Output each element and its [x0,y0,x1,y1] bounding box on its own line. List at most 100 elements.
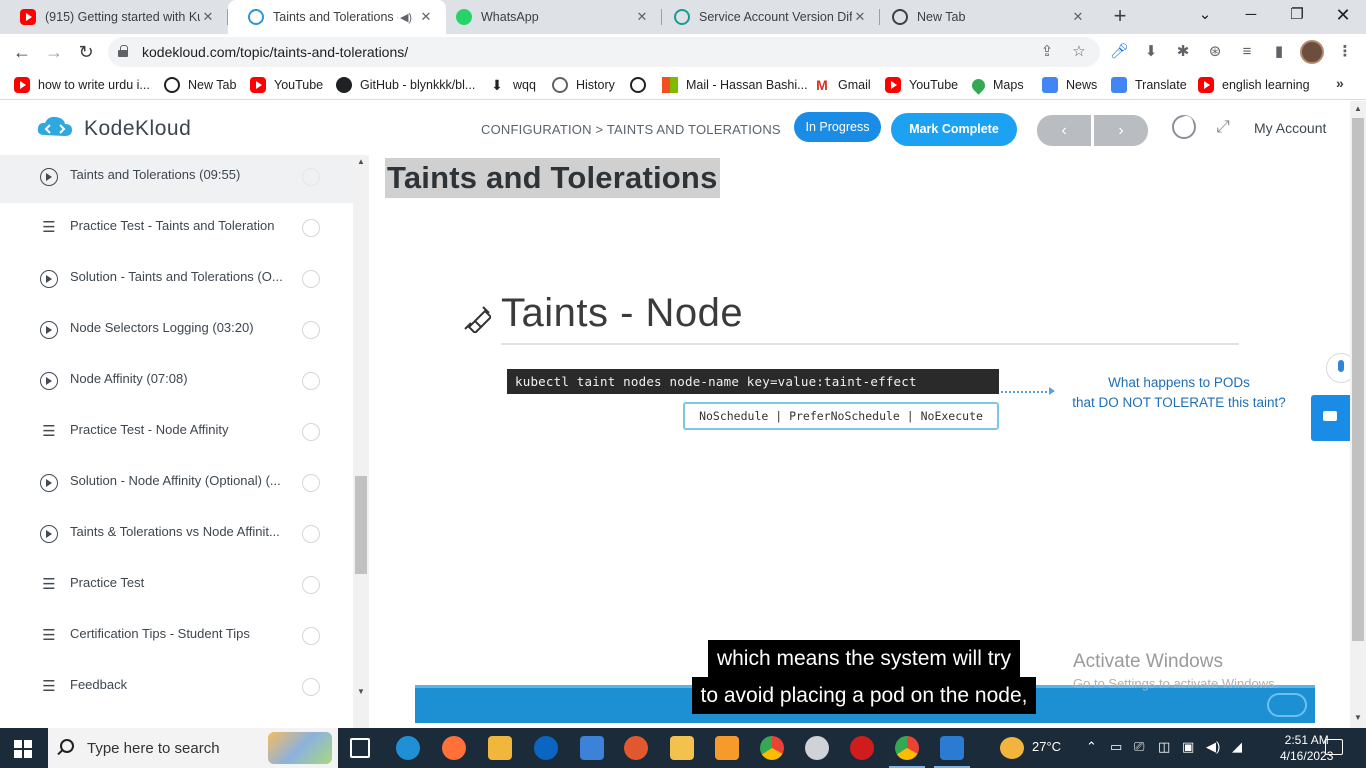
lesson-item[interactable]: ☰ Certification Tips - Student Tips [0,611,353,662]
lesson-item[interactable]: Node Affinity (07:08) [0,356,353,407]
kodekloud-logo-icon[interactable] [36,115,74,141]
file-explorer-icon[interactable] [670,736,694,760]
next-lesson-button[interactable]: › [1094,115,1148,146]
bookmark-item[interactable]: Mail - Hassan Bashi... [662,76,808,94]
page-scrollbar[interactable]: ▲ ▼ [1350,101,1366,728]
lesson-item[interactable]: Taints and Tolerations (09:55) [0,155,353,203]
bookmark-item[interactable]: New Tab [164,76,236,94]
firefox-icon[interactable] [442,736,466,760]
fullscreen-expand-icon[interactable]: ⤢ [1212,116,1234,138]
completion-circle-icon[interactable] [302,219,320,237]
lesson-item[interactable]: Taints & Tolerations vs Node Affinit... [0,509,353,560]
app-icon[interactable] [805,736,829,760]
completion-circle-icon[interactable] [302,168,320,186]
my-account-link[interactable]: My Account [1254,120,1326,136]
weather-icon[interactable] [1000,737,1024,759]
chrome-icon[interactable] [760,736,784,760]
new-tab-button[interactable]: + [1108,5,1132,29]
skype-icon[interactable] [534,736,558,760]
close-window-button[interactable]: ✕ [1320,0,1366,32]
address-bar[interactable]: kodekloud.com/topic/taints-and-toleratio… [108,37,1100,67]
chrome-active-icon[interactable] [889,736,925,768]
sidebar-scroll-thumb[interactable] [355,476,367,574]
in-progress-button[interactable]: In Progress [794,112,881,142]
close-tab-icon[interactable]: ✕ [200,9,216,25]
edge-icon[interactable] [396,736,420,760]
bookmark-item[interactable]: Translate [1111,76,1187,94]
microphone-icon[interactable]: 🎤︎ [1110,43,1129,61]
app-icon[interactable] [624,736,648,760]
sidebar-scrollbar[interactable]: ▲ ▼ [353,155,369,728]
windows-start-icon[interactable] [14,740,32,758]
lesson-item[interactable]: ☰ Practice Test - Node Affinity [0,407,353,458]
minimize-button[interactable]: ─ [1228,0,1274,32]
notification-center-icon[interactable] [1325,739,1343,755]
browser-tab-whatsapp[interactable]: WhatsApp ✕ [446,0,662,34]
task-view-icon[interactable] [350,738,370,758]
completion-circle-icon[interactable] [302,576,320,594]
temperature[interactable]: 27°C [1032,739,1061,754]
opera-icon[interactable] [850,736,874,760]
lesson-item[interactable]: ☰ Feedback [0,662,353,713]
speaker-icon[interactable]: ◀) [398,11,414,24]
settings-app-icon[interactable] [715,736,739,760]
bookmark-item[interactable]: YouTube [250,76,323,94]
mark-complete-button[interactable]: Mark Complete [891,113,1017,146]
bookmark-item[interactable]: History [552,76,615,94]
bookmark-item[interactable]: News [1042,76,1097,94]
url-text[interactable]: kodekloud.com/topic/taints-and-toleratio… [142,44,408,60]
close-tab-icon[interactable]: ✕ [634,9,650,25]
bookmark-item[interactable] [630,76,654,94]
browser-tab-service-account[interactable]: Service Account Version Diffe ✕ [662,0,880,34]
close-tab-icon[interactable]: ✕ [852,9,868,25]
side-panel-icon[interactable]: ▮ [1270,43,1288,61]
scroll-up-arrow-icon[interactable]: ▲ [1354,104,1362,113]
bookmark-item[interactable]: english learning [1198,76,1310,94]
bookmark-item[interactable]: GitHub - blynkkk/bl... [336,76,475,94]
completion-circle-icon[interactable] [302,372,320,390]
download-extension-icon[interactable]: ⬇ [1142,43,1160,61]
tab-search-chevron-icon[interactable]: ⌄ [1182,0,1228,32]
kodekloud-wordmark[interactable]: KodeKloud [84,117,191,141]
share-icon[interactable]: ⇪ [1038,43,1056,61]
completion-circle-icon[interactable] [302,678,320,696]
display-icon[interactable]: ▣ [1182,739,1194,755]
extensions-icon[interactable]: ✱ [1174,43,1192,61]
completion-circle-icon[interactable] [302,627,320,645]
browser-tab-kodekloud[interactable]: Taints and Tolerations - K ◀) ✕ [228,0,446,34]
close-tab-icon[interactable]: ✕ [418,9,434,25]
menu-kebab-icon[interactable]: ⋮ [1336,43,1354,61]
completion-circle-icon[interactable] [302,423,320,441]
completion-circle-icon[interactable] [302,270,320,288]
network-icon[interactable]: ⎚ [1134,739,1144,755]
forward-button[interactable]: → [42,40,66,64]
completion-circle-icon[interactable] [302,474,320,492]
lesson-item[interactable]: ☰ Practice Test - Taints and Toleration [0,203,353,254]
close-tab-icon[interactable]: ✕ [1070,9,1086,25]
browser-tab-youtube[interactable]: (915) Getting started with Ku ✕ [0,0,228,34]
profile-avatar[interactable] [1300,40,1324,64]
completion-circle-icon[interactable] [302,321,320,339]
back-button[interactable]: ← [10,40,34,64]
wifi-icon[interactable]: ◢ [1232,739,1242,755]
lesson-item[interactable]: Solution - Taints and Tolerations (O... [0,254,353,305]
meet-now-icon[interactable]: ◫ [1158,739,1170,755]
lesson-item[interactable]: Node Selectors Logging (03:20) [0,305,353,356]
more-bookmarks-chevron-icon[interactable]: » [1336,75,1344,91]
lesson-item[interactable]: ☰ Practice Test [0,560,353,611]
scroll-down-arrow-icon[interactable]: ▼ [357,687,365,696]
photos-icon[interactable] [934,736,970,768]
bookmark-item[interactable]: YouTube [885,76,958,94]
restore-button[interactable]: ❐ [1274,0,1320,32]
mail-icon[interactable] [580,736,604,760]
scroll-up-arrow-icon[interactable]: ▲ [357,157,365,166]
bookmark-item[interactable]: Maps [969,75,1024,95]
tray-chevron-icon[interactable]: ⌃ [1086,739,1097,755]
media-control-icon[interactable]: ≡ [1238,43,1256,61]
microsoft-store-icon[interactable] [488,736,512,760]
lock-icon[interactable] [118,45,128,57]
volume-icon[interactable]: ◀) [1206,739,1220,755]
page-scroll-thumb[interactable] [1352,118,1364,641]
browser-tab-new-tab[interactable]: New Tab ✕ [880,0,1098,34]
scroll-down-arrow-icon[interactable]: ▼ [1354,713,1362,722]
